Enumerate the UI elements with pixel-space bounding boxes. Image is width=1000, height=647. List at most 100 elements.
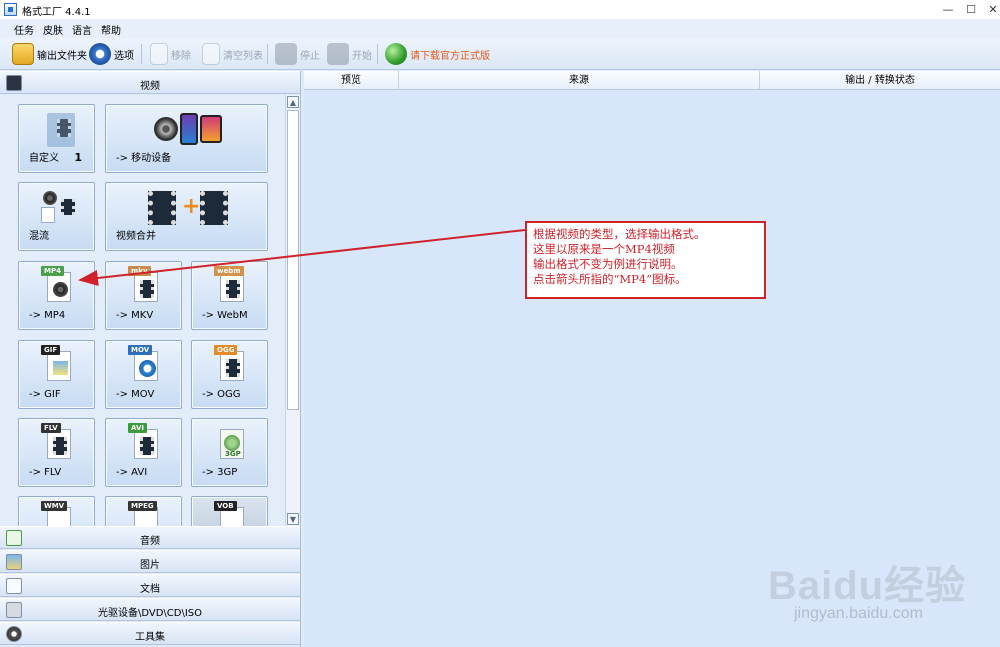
tile-flv-label: -> FLV [29,467,62,478]
tile-video-merge[interactable]: + 视频合并 [105,182,268,251]
tile-vob[interactable]: VOB [191,496,268,526]
category-video-label: 视频 [140,81,160,92]
tile-custom-count: 1 [74,151,82,164]
custom-video-icon [41,111,77,147]
tile-avi[interactable]: AVI -> AVI [105,418,182,487]
scroll-thumb[interactable] [287,110,299,410]
watermark-url: jingyan.baidu.com [794,605,923,622]
start-icon [327,43,349,65]
tile-avi-label: -> AVI [116,467,148,478]
tile-mkv[interactable]: mkv -> MKV [105,261,182,330]
clear-list-button[interactable]: 清空列表 [202,42,263,66]
window-title: 格式工厂 4.4.1 [22,7,91,18]
vob-badge: VOB [214,501,237,511]
category-document-header[interactable]: 文档 [0,574,300,597]
tile-gif-label: -> GIF [29,389,61,400]
menu-task[interactable]: 任务 [14,22,34,37]
toolbar-separator [377,44,378,64]
column-output-status[interactable]: 输出 / 转换状态 [760,71,1000,90]
folder-icon [12,43,34,65]
ogg-badge: OGG [214,345,238,355]
format-factory-window: 格式工厂 4.4.1 — ☐ ✕ 任务 皮肤 语言 帮助 输出文件夹 选项 移除… [0,0,1000,647]
start-button[interactable]: 开始 [327,42,372,66]
scroll-up-icon[interactable]: ▲ [287,96,299,108]
webm-badge: webm [214,266,244,276]
tile-3gp[interactable]: 3GP -> 3GP [191,418,268,487]
3gp-format-icon: 3GP [214,423,246,459]
function-panel: 视频 自定义 1 -> 移动设备 混流 + 视频合并 MP4 -> MP4 mk… [0,71,301,647]
category-audio-header[interactable]: 音频 [0,526,300,549]
tile-mp4[interactable]: MP4 -> MP4 [18,261,95,330]
column-preview[interactable]: 预览 [304,71,399,90]
toolbar-separator [267,44,268,64]
tile-merge-label: 视频合并 [116,231,156,242]
column-source[interactable]: 来源 [399,71,760,90]
menu-help[interactable]: 帮助 [101,22,121,37]
tile-ogg-label: -> OGG [202,389,241,400]
download-official-button[interactable]: 请下载官方正式版 [385,42,490,66]
globe-icon [385,43,407,65]
wmv-format-icon: WMV [41,501,73,526]
stop-button[interactable]: 停止 [275,42,320,66]
scroll-down-icon[interactable]: ▼ [287,513,299,525]
task-list-header: 预览 来源 输出 / 转换状态 [304,71,1000,90]
watermark-brand: Baidu经验 [768,564,967,608]
output-folder-button[interactable]: 输出文件夹 [12,42,87,66]
tile-mov-label: -> MOV [116,389,155,400]
tile-mov[interactable]: MOV -> MOV [105,340,182,409]
tile-mix[interactable]: 混流 [18,182,95,251]
tile-mpeg[interactable]: MPEG [105,496,182,526]
category-document-label: 文档 [140,584,160,595]
stop-label: 停止 [300,50,320,62]
gear-icon [89,43,111,65]
mpeg-format-icon: MPEG [128,501,160,526]
close-button[interactable]: ✕ [980,0,1000,19]
category-image-label: 图片 [140,560,160,571]
remove-file-icon [150,43,168,65]
tile-custom[interactable]: 自定义 1 [18,104,95,173]
annotation-callout: 根据视频的类型，选择输出格式。 这里以原来是一个MP4视频 输出格式不变为例进行… [525,221,766,299]
tile-3gp-label: -> 3GP [202,467,238,478]
tile-gif[interactable]: GIF -> GIF [18,340,95,409]
annotation-line-3: 输出格式不变为例进行说明。 [533,257,683,271]
toolbar: 输出文件夹 选项 移除 清空列表 停止 开始 请下载官方正式版 [0,38,1000,70]
category-video-header[interactable]: 视频 [0,71,300,94]
tile-mix-label: 混流 [29,231,49,242]
mov-format-icon: MOV [128,345,160,381]
3gp-badge: 3GP [225,450,241,458]
mkv-badge: mkv [128,266,151,276]
menu-skin[interactable]: 皮肤 [43,22,63,37]
clear-list-label: 清空列表 [223,50,263,62]
gif-badge: GIF [41,345,61,355]
toolbar-separator [141,44,142,64]
tile-mp4-label: -> MP4 [29,310,66,321]
tile-ogg[interactable]: OGG -> OGG [191,340,268,409]
function-grid-scrollbar[interactable]: ▲ ▼ [285,95,300,526]
vob-format-icon: VOB [214,501,246,526]
video-merge-icon: + [148,191,230,225]
mp4-format-icon: MP4 [41,266,73,302]
tile-custom-label: 自定义 [29,153,59,164]
menu-bar: 任务 皮肤 语言 帮助 [0,19,1000,38]
avi-format-icon: AVI [128,423,160,459]
category-image-header[interactable]: 图片 [0,550,300,573]
category-disc-header[interactable]: 光驱设备\DVD\CD\ISO [0,598,300,621]
start-label: 开始 [352,50,372,62]
tile-flv[interactable]: FLV -> FLV [18,418,95,487]
options-button[interactable]: 选项 [89,42,134,66]
video-function-grid: 自定义 1 -> 移动设备 混流 + 视频合并 MP4 -> MP4 mkv -… [0,95,285,526]
mkv-format-icon: mkv [128,266,160,302]
mpeg-badge: MPEG [128,501,157,511]
tile-mobile-label: -> 移动设备 [116,153,172,164]
tile-mobile-device[interactable]: -> 移动设备 [105,104,268,173]
category-tools-header[interactable]: 工具集 [0,622,300,645]
tile-webm[interactable]: webm -> WebM [191,261,268,330]
remove-label: 移除 [171,50,191,62]
title-bar: 格式工厂 4.4.1 — ☐ ✕ [0,0,1000,19]
menu-language[interactable]: 语言 [72,22,92,37]
download-label: 请下载官方正式版 [410,50,490,62]
baidu-jingyan-watermark: Baidu经验 jingyan.baidu.com [764,545,996,625]
remove-button[interactable]: 移除 [150,42,191,66]
category-disc-label: 光驱设备\DVD\CD\ISO [97,608,203,619]
tile-wmv[interactable]: WMV [18,496,95,526]
